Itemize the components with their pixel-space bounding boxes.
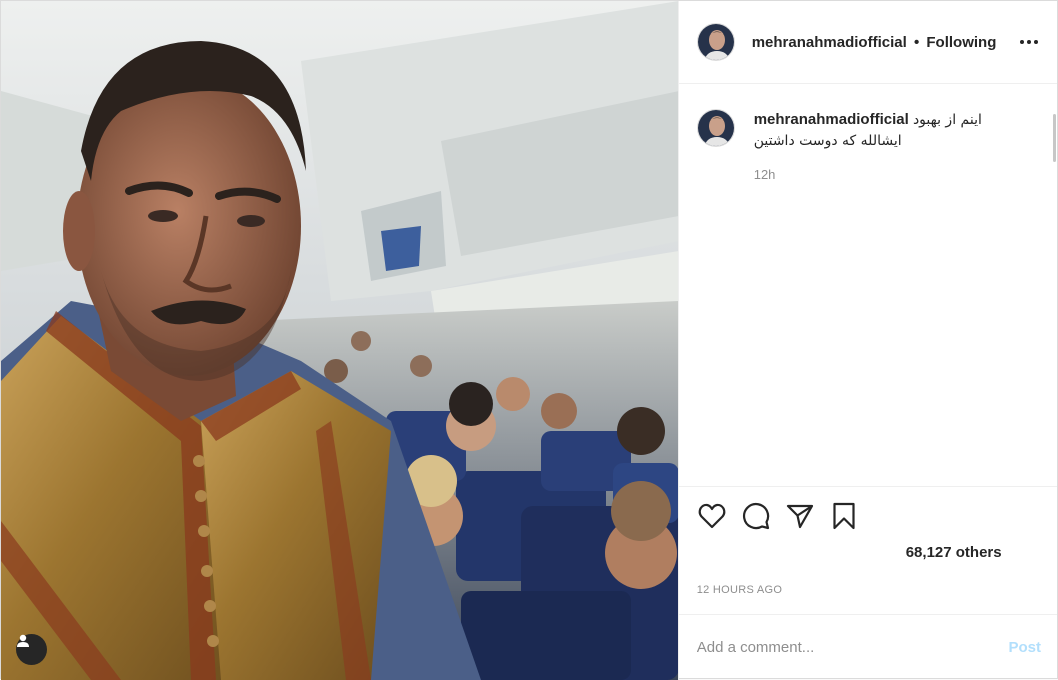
caption-line-1: اینم از بهبود <box>912 112 982 128</box>
caption-body: mehranahmadiofficial اینم از بهبود ایشال… <box>754 109 982 185</box>
user-tag-icon <box>17 634 29 647</box>
comments-area[interactable]: mehranahmadiofficial اینم از بهبود ایشال… <box>679 84 1057 486</box>
heart-icon <box>698 503 726 528</box>
caption-time[interactable]: 12h <box>754 164 982 185</box>
caption-username[interactable]: mehranahmadiofficial <box>754 111 909 128</box>
more-options-button[interactable] <box>1017 30 1041 54</box>
like-button[interactable] <box>697 501 727 531</box>
caption-avatar-image <box>697 110 734 146</box>
user-tag-button[interactable] <box>16 634 47 665</box>
post-side-panel: mehranahmadiofficial • Following mehrana… <box>677 1 1057 680</box>
header-username[interactable]: mehranahmadiofficial <box>752 34 907 51</box>
scrollbar[interactable] <box>1053 114 1056 162</box>
post-caption: mehranahmadiofficial اینم از بهبود ایشال… <box>696 109 1039 185</box>
caption-line-2: ایشالله که دوست داشتین <box>753 133 902 149</box>
post-comment-button[interactable]: Post <box>1008 639 1041 656</box>
following-button[interactable]: Following <box>926 34 996 51</box>
post-header: mehranahmadiofficial • Following <box>678 1 1057 84</box>
save-button[interactable] <box>829 501 859 531</box>
comment-input[interactable] <box>696 639 1009 656</box>
instagram-post: mehranahmadiofficial • Following mehrana… <box>0 0 1058 680</box>
post-timestamp[interactable]: 12 HOURS AGO <box>679 568 1057 614</box>
action-bar <box>678 486 1057 544</box>
comment-icon <box>742 502 769 529</box>
add-comment-bar: Post <box>678 614 1057 680</box>
bookmark-icon <box>833 502 855 529</box>
caption-avatar[interactable] <box>696 109 735 147</box>
likes-count[interactable]: 68,127 others <box>679 544 1057 568</box>
header-user-line: mehranahmadiofficial • Following <box>752 34 997 51</box>
header-separator: • <box>913 33 920 51</box>
comment-button[interactable] <box>741 501 771 531</box>
cabin-photo-illustration <box>1 1 678 680</box>
share-icon <box>786 504 813 528</box>
more-dots-icon <box>1020 40 1024 44</box>
post-photo[interactable] <box>1 1 678 680</box>
avatar[interactable] <box>696 23 735 61</box>
share-button[interactable] <box>785 501 815 531</box>
avatar-image <box>697 24 734 60</box>
